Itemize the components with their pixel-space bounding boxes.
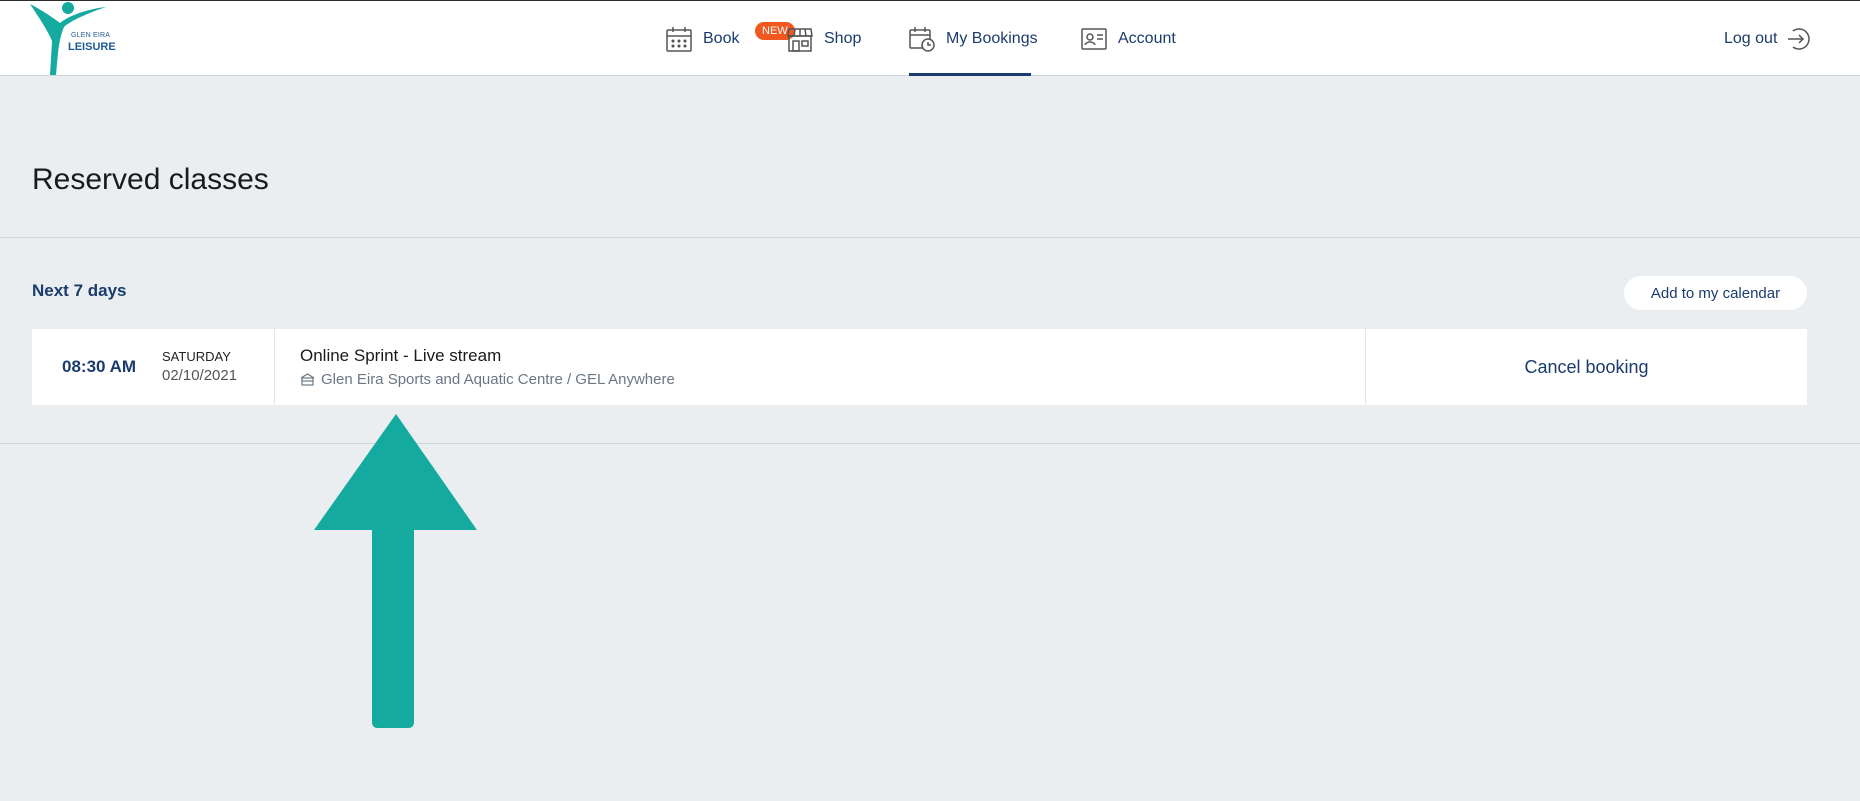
logo-figure-icon xyxy=(30,2,106,75)
booking-time: 08:30 AM xyxy=(62,357,137,376)
calendar-icon xyxy=(665,25,693,53)
nav-shop-label: Shop xyxy=(824,30,862,47)
page-title: Reserved classes xyxy=(32,163,269,196)
up-arrow-annotation xyxy=(314,414,477,728)
booking-date: 02/10/2021 xyxy=(162,367,238,384)
nav-my-bookings-label: My Bookings xyxy=(946,30,1038,47)
building-icon xyxy=(300,372,315,387)
nav-active-indicator xyxy=(909,73,1031,76)
divider xyxy=(0,443,1860,444)
nav-shop[interactable]: Shop xyxy=(786,1,861,77)
booking-class-info[interactable]: Online Sprint - Live stream Glen Eira Sp… xyxy=(275,329,1366,405)
booking-row: 08:30 AM SATURDAY 02/10/2021 Online Spri… xyxy=(32,329,1807,405)
add-to-calendar-button[interactable]: Add to my calendar xyxy=(1624,276,1807,310)
booking-datetime: 08:30 AM SATURDAY 02/10/2021 xyxy=(32,329,275,405)
logo-line2: LEISURE xyxy=(68,41,116,53)
nav-my-bookings[interactable]: My Bookings xyxy=(908,1,1038,77)
calendar-clock-icon xyxy=(908,25,936,53)
class-location-text: Glen Eira Sports and Aquatic Centre / GE… xyxy=(321,371,675,388)
logout-icon xyxy=(1785,26,1811,52)
logout-button[interactable]: Log out xyxy=(1724,1,1811,77)
divider xyxy=(0,237,1860,238)
logo-line1: GLEN EIRA xyxy=(71,32,111,39)
shop-icon xyxy=(786,25,814,53)
booking-action-cell: Cancel booking xyxy=(1366,329,1807,405)
logout-label: Log out xyxy=(1724,30,1778,47)
cancel-booking-button[interactable]: Cancel booking xyxy=(1518,356,1654,379)
class-location: Glen Eira Sports and Aquatic Centre / GE… xyxy=(300,371,675,388)
booking-day: SATURDAY xyxy=(162,349,231,364)
nav-account[interactable]: Account xyxy=(1080,1,1176,77)
section-label: Next 7 days xyxy=(32,281,127,300)
top-navigation-bar: GLEN EIRA LEISURE Book NEW Shop My Booki… xyxy=(0,0,1860,76)
id-card-icon xyxy=(1080,25,1108,53)
class-name: Online Sprint - Live stream xyxy=(300,346,502,365)
nav-book[interactable]: Book xyxy=(665,1,739,77)
nav-book-label: Book xyxy=(703,30,740,47)
glen-eira-leisure-logo[interactable]: GLEN EIRA LEISURE xyxy=(28,1,120,77)
nav-account-label: Account xyxy=(1118,30,1176,47)
